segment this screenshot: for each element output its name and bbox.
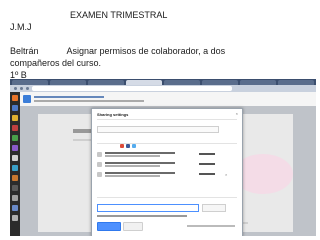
access-row [97,151,237,158]
access-row: × [97,171,237,178]
dock-app-icon[interactable] [12,165,18,171]
dock-app-icon[interactable] [12,135,18,141]
globe-icon [97,152,102,157]
divider [97,197,237,198]
dock-app-icon[interactable] [12,195,18,201]
share-button[interactable] [97,222,121,231]
gmail-icon[interactable] [120,144,124,148]
task-line-continued: compañeros del curso. [10,58,102,68]
access-name-placeholder [105,152,175,154]
task-text: Asignar permisos de colaborador, a dos [66,46,226,56]
trash-icon[interactable] [12,215,18,221]
document-initials: J.M.J [10,22,32,32]
back-icon[interactable] [14,87,17,90]
dock-app-icon[interactable] [12,185,18,191]
dock-app-icon[interactable] [12,115,18,121]
access-name-placeholder [105,172,175,174]
cancel-button[interactable] [123,222,143,231]
menu-bar-placeholder [34,100,144,102]
slides-app-header [20,92,316,107]
address-bar[interactable] [32,86,232,91]
permission-dropdown[interactable] [202,204,226,212]
close-icon[interactable]: × [236,111,238,116]
dock-app-icon[interactable] [12,125,18,131]
remove-icon[interactable]: × [225,172,227,177]
launcher-dock [10,92,20,236]
access-detail-placeholder [105,155,160,157]
dock-app-icon[interactable] [12,95,18,101]
reload-icon[interactable] [26,87,29,90]
dock-app-icon[interactable] [12,155,18,161]
student-name: Beltrán [10,46,39,56]
add-people-input[interactable] [97,204,199,212]
dock-app-icon[interactable] [12,205,18,211]
document-title-placeholder [34,96,104,98]
avatar [97,172,102,177]
dock-app-icon[interactable] [12,105,18,111]
twitter-icon[interactable] [132,144,136,148]
divider [97,119,237,120]
change-link[interactable] [199,153,215,155]
avatar [97,162,102,167]
access-detail-placeholder [105,165,160,167]
slides-logo-icon [23,95,31,103]
embedded-screenshot: Sharing settings × × [10,79,316,236]
document-heading: EXAMEN TRIMESTRAL [70,10,168,20]
share-link-field[interactable] [97,126,219,133]
facebook-icon[interactable] [126,144,130,148]
divider [97,143,237,144]
browser-toolbar [10,85,316,92]
dock-app-icon[interactable] [12,145,18,151]
task-line: Beltrán Asignar permisos de colaborador, … [10,45,225,57]
access-row [97,161,237,168]
notify-option-placeholder[interactable] [97,215,187,217]
role-dropdown[interactable] [199,173,215,175]
forward-icon[interactable] [20,87,23,90]
role-label [199,163,215,165]
access-name-placeholder [105,162,175,164]
sharing-settings-dialog: Sharing settings × × [91,108,243,236]
footer-hint-placeholder [187,225,235,227]
dialog-title: Sharing settings [97,112,129,117]
access-detail-placeholder [105,175,160,177]
dock-app-icon[interactable] [12,175,18,181]
